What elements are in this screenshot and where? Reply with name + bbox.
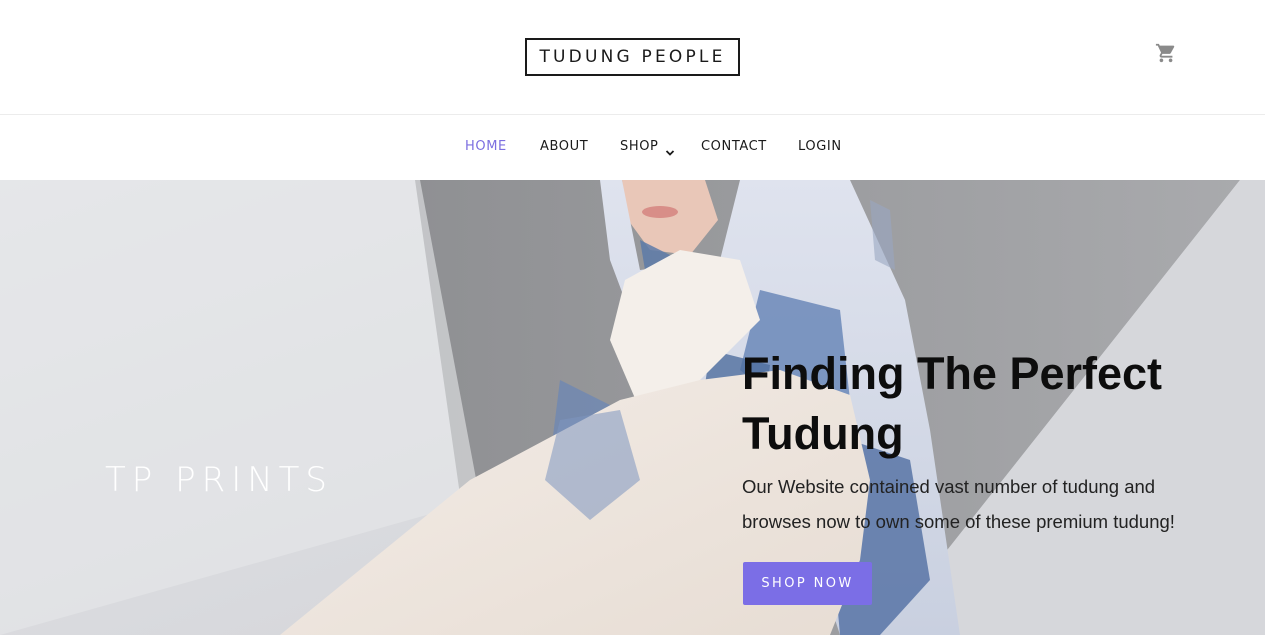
shop-now-button[interactable]: SHOP NOW	[743, 562, 872, 605]
chevron-down-icon[interactable]	[665, 144, 675, 156]
hero-badge-text: TP PRINTS	[105, 460, 334, 500]
site-logo[interactable]: TUDUNG PEOPLE	[525, 38, 740, 76]
nav-item-login[interactable]: LOGIN	[798, 139, 842, 154]
shopping-cart-icon[interactable]	[1155, 42, 1177, 64]
main-navigation: HOME ABOUT SHOP CONTACT LOGIN	[0, 115, 1265, 180]
hero-banner: TP PRINTS Finding The Perfect Tudung Our…	[0, 180, 1265, 635]
hero-description: Our Website contained vast number of tud…	[742, 476, 1175, 532]
nav-item-contact[interactable]: CONTACT	[701, 139, 767, 154]
nav-item-about[interactable]: ABOUT	[540, 139, 588, 154]
site-header: TUDUNG PEOPLE	[0, 0, 1265, 114]
hero-title: Finding The Perfect Tudung	[742, 348, 1163, 459]
nav-item-home[interactable]: HOME	[465, 139, 507, 154]
nav-item-shop[interactable]: SHOP	[620, 139, 659, 154]
